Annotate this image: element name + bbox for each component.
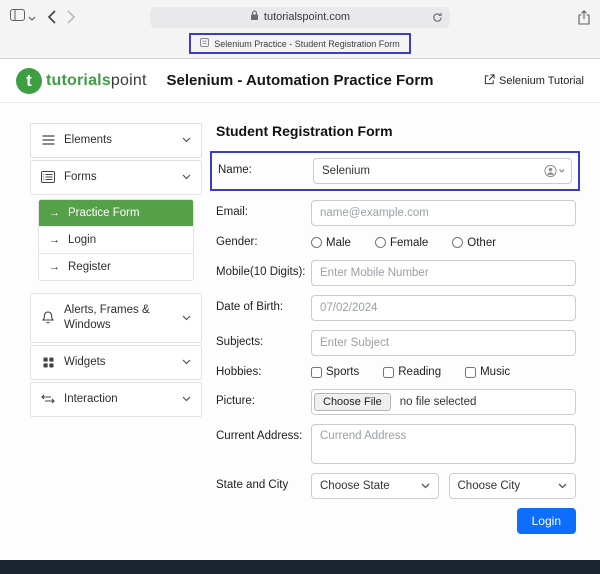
arrow-right-icon: → (49, 234, 60, 246)
arrow-right-icon: → (49, 261, 60, 273)
external-link-icon (484, 74, 495, 88)
picture-file-field[interactable]: Choose File no file selected (311, 389, 576, 415)
picture-label: Picture: (216, 394, 311, 410)
tutorial-link-label: Selenium Tutorial (499, 75, 584, 87)
autofill-contact-icon[interactable] (544, 165, 566, 178)
bookmark-tab[interactable]: Selenium Practice - Student Registration… (189, 33, 411, 54)
grid-icon (41, 357, 55, 368)
dob-label: Date of Birth: (216, 300, 311, 316)
share-icon[interactable] (578, 10, 590, 25)
gender-option-other[interactable]: Other (452, 237, 496, 249)
chevron-down-icon (182, 134, 191, 146)
hobby-option-sports[interactable]: Sports (311, 366, 359, 378)
hobby-option-music[interactable]: Music (465, 366, 510, 378)
state-select[interactable]: Choose State (311, 473, 439, 499)
sidebar-item-interaction[interactable]: Interaction (30, 382, 202, 417)
tutorialspoint-logo[interactable]: t tutorialspoint (16, 68, 147, 94)
forms-submenu: → Practice Form → Login → Register (38, 199, 194, 281)
hamburger-icon (41, 135, 55, 145)
address-label: Current Address: (216, 424, 311, 445)
address-textarea[interactable] (311, 424, 576, 464)
login-button[interactable]: Login (517, 508, 576, 534)
gender-option-female[interactable]: Female (375, 237, 428, 249)
bell-icon (41, 311, 55, 324)
email-label: Email: (216, 205, 311, 221)
logo-text-green: tutorials (46, 72, 111, 89)
back-button[interactable] (47, 10, 56, 24)
sidebar: Elements Forms → Practice Form (30, 123, 202, 560)
sidebar-item-widgets[interactable]: Widgets (30, 345, 202, 380)
hobby-option-reading[interactable]: Reading (383, 366, 441, 378)
logo-text-dark: point (111, 72, 147, 89)
other-radio[interactable] (452, 237, 463, 248)
music-checkbox[interactable] (465, 367, 476, 378)
sidebar-item-practice-form[interactable]: → Practice Form (39, 200, 193, 226)
sidebar-item-register[interactable]: → Register (39, 253, 193, 280)
reading-checkbox[interactable] (383, 367, 394, 378)
forms-list-icon (41, 171, 55, 183)
sidebar-toggle-icon (10, 8, 25, 26)
chevron-down-icon (28, 8, 36, 26)
gender-option-male[interactable]: Male (311, 237, 351, 249)
browser-chrome: tutorialspoint.com Selenium Practice - S… (0, 0, 600, 59)
sidebar-item-elements[interactable]: Elements (30, 123, 202, 158)
choose-file-button[interactable]: Choose File (314, 393, 391, 411)
lock-icon (250, 10, 259, 24)
annotation-name-row: Name: (210, 151, 580, 191)
forward-button[interactable] (67, 10, 76, 24)
city-select[interactable]: Choose City (449, 473, 577, 499)
female-radio[interactable] (375, 237, 386, 248)
chevron-down-icon (182, 171, 191, 183)
sidebar-item-forms[interactable]: Forms (30, 160, 202, 195)
page-footer (0, 560, 600, 574)
sidebar-toggle-button[interactable] (10, 8, 36, 26)
page-title: Selenium - Automation Practice Form (167, 72, 434, 89)
url-bar[interactable]: tutorialspoint.com (150, 7, 450, 28)
main-content: Elements Forms → Practice Form (0, 103, 600, 560)
form-title: Student Registration Form (216, 123, 576, 139)
logo-circle-icon: t (16, 68, 42, 94)
chevron-down-icon (558, 480, 567, 492)
file-status-text: no file selected (393, 396, 477, 408)
mobile-input[interactable] (311, 260, 576, 286)
sidebar-item-login[interactable]: → Login (39, 226, 193, 253)
arrow-right-icon: → (49, 207, 60, 219)
url-text: tutorialspoint.com (264, 11, 350, 23)
dob-input[interactable] (311, 295, 576, 321)
name-input[interactable] (313, 158, 572, 184)
chevron-down-icon (421, 480, 430, 492)
bookmark-label: Selenium Practice - Student Registration… (214, 39, 400, 49)
hobbies-label: Hobbies: (216, 365, 311, 381)
male-radio[interactable] (311, 237, 322, 248)
registration-form: Student Registration Form Name: Email: (216, 123, 576, 560)
subjects-label: Subjects: (216, 335, 311, 351)
email-input[interactable] (311, 200, 576, 226)
name-label: Name: (218, 163, 313, 179)
mobile-label: Mobile(10 Digits): (216, 265, 311, 281)
chevron-down-icon (182, 356, 191, 368)
reload-icon[interactable] (432, 12, 443, 26)
sidebar-item-alerts-frames-windows[interactable]: Alerts, Frames & Windows (30, 293, 202, 343)
bookmark-favicon-icon (200, 38, 209, 49)
chevron-down-icon (182, 312, 191, 324)
state-city-label: State and City (216, 478, 311, 494)
site-header: t tutorialspoint Selenium - Automation P… (0, 59, 600, 103)
gender-label: Gender: (216, 235, 311, 251)
swap-arrows-icon (41, 394, 55, 404)
chevron-down-icon (182, 393, 191, 405)
subjects-input[interactable] (311, 330, 576, 356)
screen: tutorialspoint.com Selenium Practice - S… (0, 0, 600, 574)
sports-checkbox[interactable] (311, 367, 322, 378)
selenium-tutorial-link[interactable]: Selenium Tutorial (484, 74, 584, 88)
